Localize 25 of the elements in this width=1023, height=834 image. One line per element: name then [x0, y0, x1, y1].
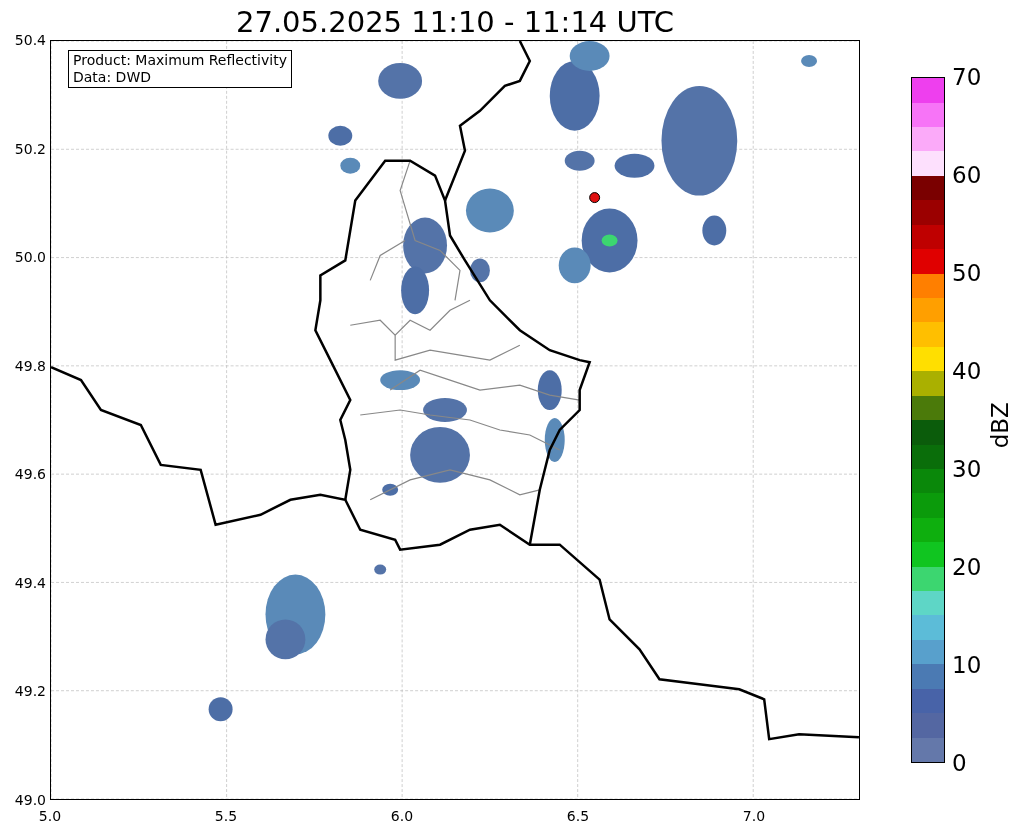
x-tick-label: 6.5	[565, 807, 591, 826]
colorbar-tick-label: 20	[952, 554, 982, 580]
colorbar-label: dBZ	[985, 400, 1014, 451]
location-marker	[589, 192, 601, 204]
y-tick-label: 50.4	[13, 32, 46, 48]
colorbar-tick-label: 40	[952, 358, 982, 384]
colorbar-tick-label: 50	[952, 260, 982, 286]
x-tick-label: 5.5	[213, 807, 239, 826]
y-tick-label: 49.6	[13, 466, 46, 483]
chart-title: 27.05.2025 11:10 - 11:14 UTC	[235, 4, 675, 41]
colorbar-tick-label: 10	[952, 652, 982, 678]
x-tick-label: 5.0	[37, 807, 63, 826]
x-tick-label: 6.0	[389, 807, 415, 826]
y-tick-label: 50.0	[13, 249, 46, 266]
y-tick-label: 49.4	[13, 574, 46, 591]
y-tick-label: 50.2	[13, 140, 46, 157]
y-tick-label: 49.2	[13, 683, 46, 700]
colorbar-tick-label: 0	[952, 750, 967, 776]
y-tick-label: 49.8	[13, 357, 46, 374]
colorbar-tick-label: 30	[952, 456, 982, 482]
y-tick-label: 49.0	[13, 792, 46, 808]
x-tick-label: 7.0	[741, 807, 767, 826]
info-box: Product: Maximum Reflectivity Data: DWD	[68, 50, 292, 88]
colorbar-tick-label: 70	[952, 64, 982, 90]
colorbar-tick-label: 60	[952, 162, 982, 188]
